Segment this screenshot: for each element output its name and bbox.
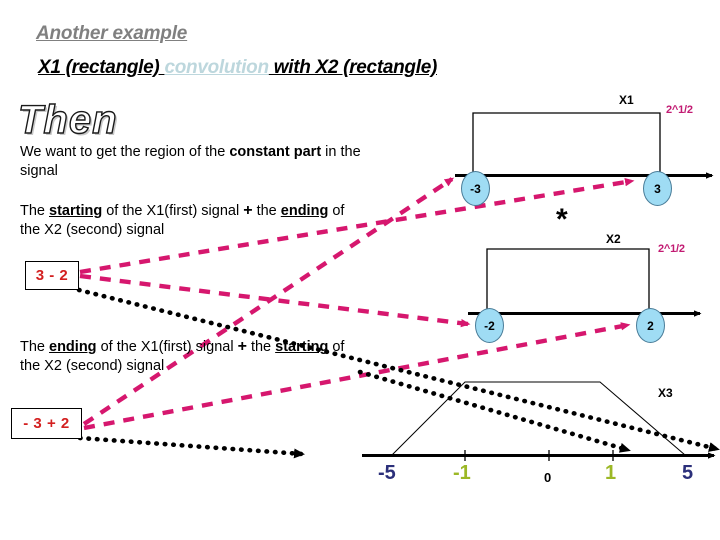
marker-x1-right: 3 — [643, 171, 672, 206]
marker-x2-left: -2 — [475, 308, 504, 343]
end-underline-ending: ending — [49, 339, 97, 355]
x3-trapezoid-waveform — [391, 381, 686, 456]
slide-title: X1 (rectangle) convolution with X2 (rect… — [38, 57, 437, 79]
signal-label-x3: X3 — [658, 386, 673, 400]
diagram-vector-layer — [76, 112, 720, 461]
constant-text-1: We want to get the region of the — [20, 144, 230, 160]
end-plus-sign: + — [237, 338, 247, 355]
signal-label-x1: X1 — [619, 93, 634, 107]
slide-canvas: Another example X1 (rectangle) convoluti… — [0, 0, 720, 540]
axis-tick-label-minus1: -1 — [453, 462, 471, 484]
title-part-convolution: convolution — [164, 57, 269, 78]
axis-tick-label-five: 5 — [682, 462, 694, 484]
end-underline-starting: starting — [275, 339, 329, 355]
end-text-2: of the X1(first) signal — [96, 339, 238, 355]
start-text-1: The — [20, 203, 50, 219]
start-text-2: of the X1(first) signal — [102, 203, 244, 219]
formula-box-3-minus-2: 3 - 2 — [25, 261, 79, 290]
title-part-x1: X1 (rectangle) — [38, 57, 165, 78]
paragraph-constant-part: We want to get the region of the constan… — [20, 143, 365, 182]
start-underline-starting: starting — [49, 203, 103, 219]
arrow-diagonal-to-x3 — [357, 369, 631, 453]
x1-rectangle-pulse — [472, 112, 661, 175]
arrow-3-2-to-x2-left — [79, 273, 471, 328]
x2-rectangle-pulse — [486, 248, 650, 313]
wordart-then: Then — [17, 98, 118, 142]
slide-subtitle: Another example — [36, 23, 188, 44]
paragraph-end-plus-start: The ending of the X1(first) signal + the… — [20, 336, 365, 377]
start-plus-sign: + — [243, 202, 253, 219]
signal-x1-plot — [455, 112, 714, 179]
marker-x1-left: -3 — [461, 171, 490, 206]
marker-x2-right: 2 — [636, 308, 665, 343]
axis-tick-label-minus5: -5 — [378, 462, 396, 484]
constant-text-bold: constant part — [229, 144, 322, 160]
title-part-x2: with X2 (rectangle) — [268, 57, 438, 78]
axis-tick-label-one: 1 — [605, 462, 617, 484]
amplitude-label-x2: 2^1/2 — [658, 243, 685, 255]
axis-tick-label-zero: 0 — [544, 470, 552, 485]
signal-label-x2: X2 — [606, 232, 621, 246]
end-text-3: the — [246, 339, 276, 355]
result-arrows-black-2 — [357, 369, 631, 453]
amplitude-label-x1: 2^1/2 — [666, 104, 693, 116]
paragraph-start-plus-end: The starting of the X1(first) signal + t… — [20, 200, 365, 241]
signal-x2-plot — [468, 248, 702, 317]
end-text-1: The — [20, 339, 50, 355]
formula-box-minus3-plus-2: - 3 + 2 — [11, 408, 82, 439]
start-text-3: the — [252, 203, 281, 219]
start-underline-ending: ending — [280, 203, 329, 219]
convolution-operator-icon: * — [556, 203, 568, 236]
arrow-m3p2-to-x3-minus1 — [77, 435, 305, 459]
